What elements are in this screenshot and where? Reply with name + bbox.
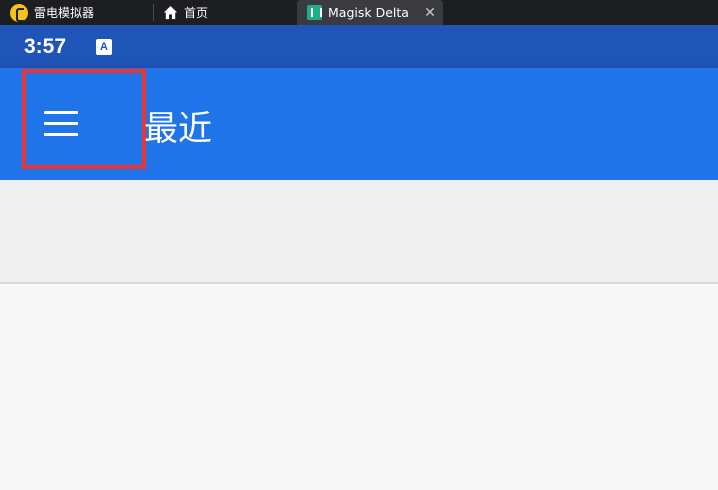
tab-magisk-delta[interactable]: Magisk Delta ✕ [297, 0, 443, 25]
status-clock: 3:57 [24, 35, 67, 58]
home-icon [163, 5, 178, 20]
page-title: 最近 [144, 109, 212, 149]
emulator-brand: 雷电模拟器 [10, 0, 94, 25]
magisk-app-icon [307, 5, 322, 20]
content-area [0, 286, 718, 490]
tab-magisk-delta-label: Magisk Delta [328, 5, 409, 20]
ldplayer-logo-icon [10, 3, 28, 22]
navigation-menu-button[interactable] [22, 69, 146, 169]
hamburger-menu-icon [44, 111, 80, 137]
emulator-app-name: 雷电模拟器 [34, 6, 95, 20]
close-tab-icon[interactable]: ✕ [421, 5, 439, 21]
notification-a-icon: A [96, 39, 112, 55]
content-header-area [0, 180, 718, 284]
android-status-bar: 3:57 A [0, 25, 718, 68]
tab-divider [153, 4, 154, 21]
tab-home-label: 首页 [184, 6, 209, 20]
app-toolbar: 最近 [0, 68, 718, 180]
tab-home[interactable]: 首页 [163, 0, 208, 25]
emulator-title-bar: 雷电模拟器 首页 Magisk Delta ✕ [0, 0, 718, 25]
